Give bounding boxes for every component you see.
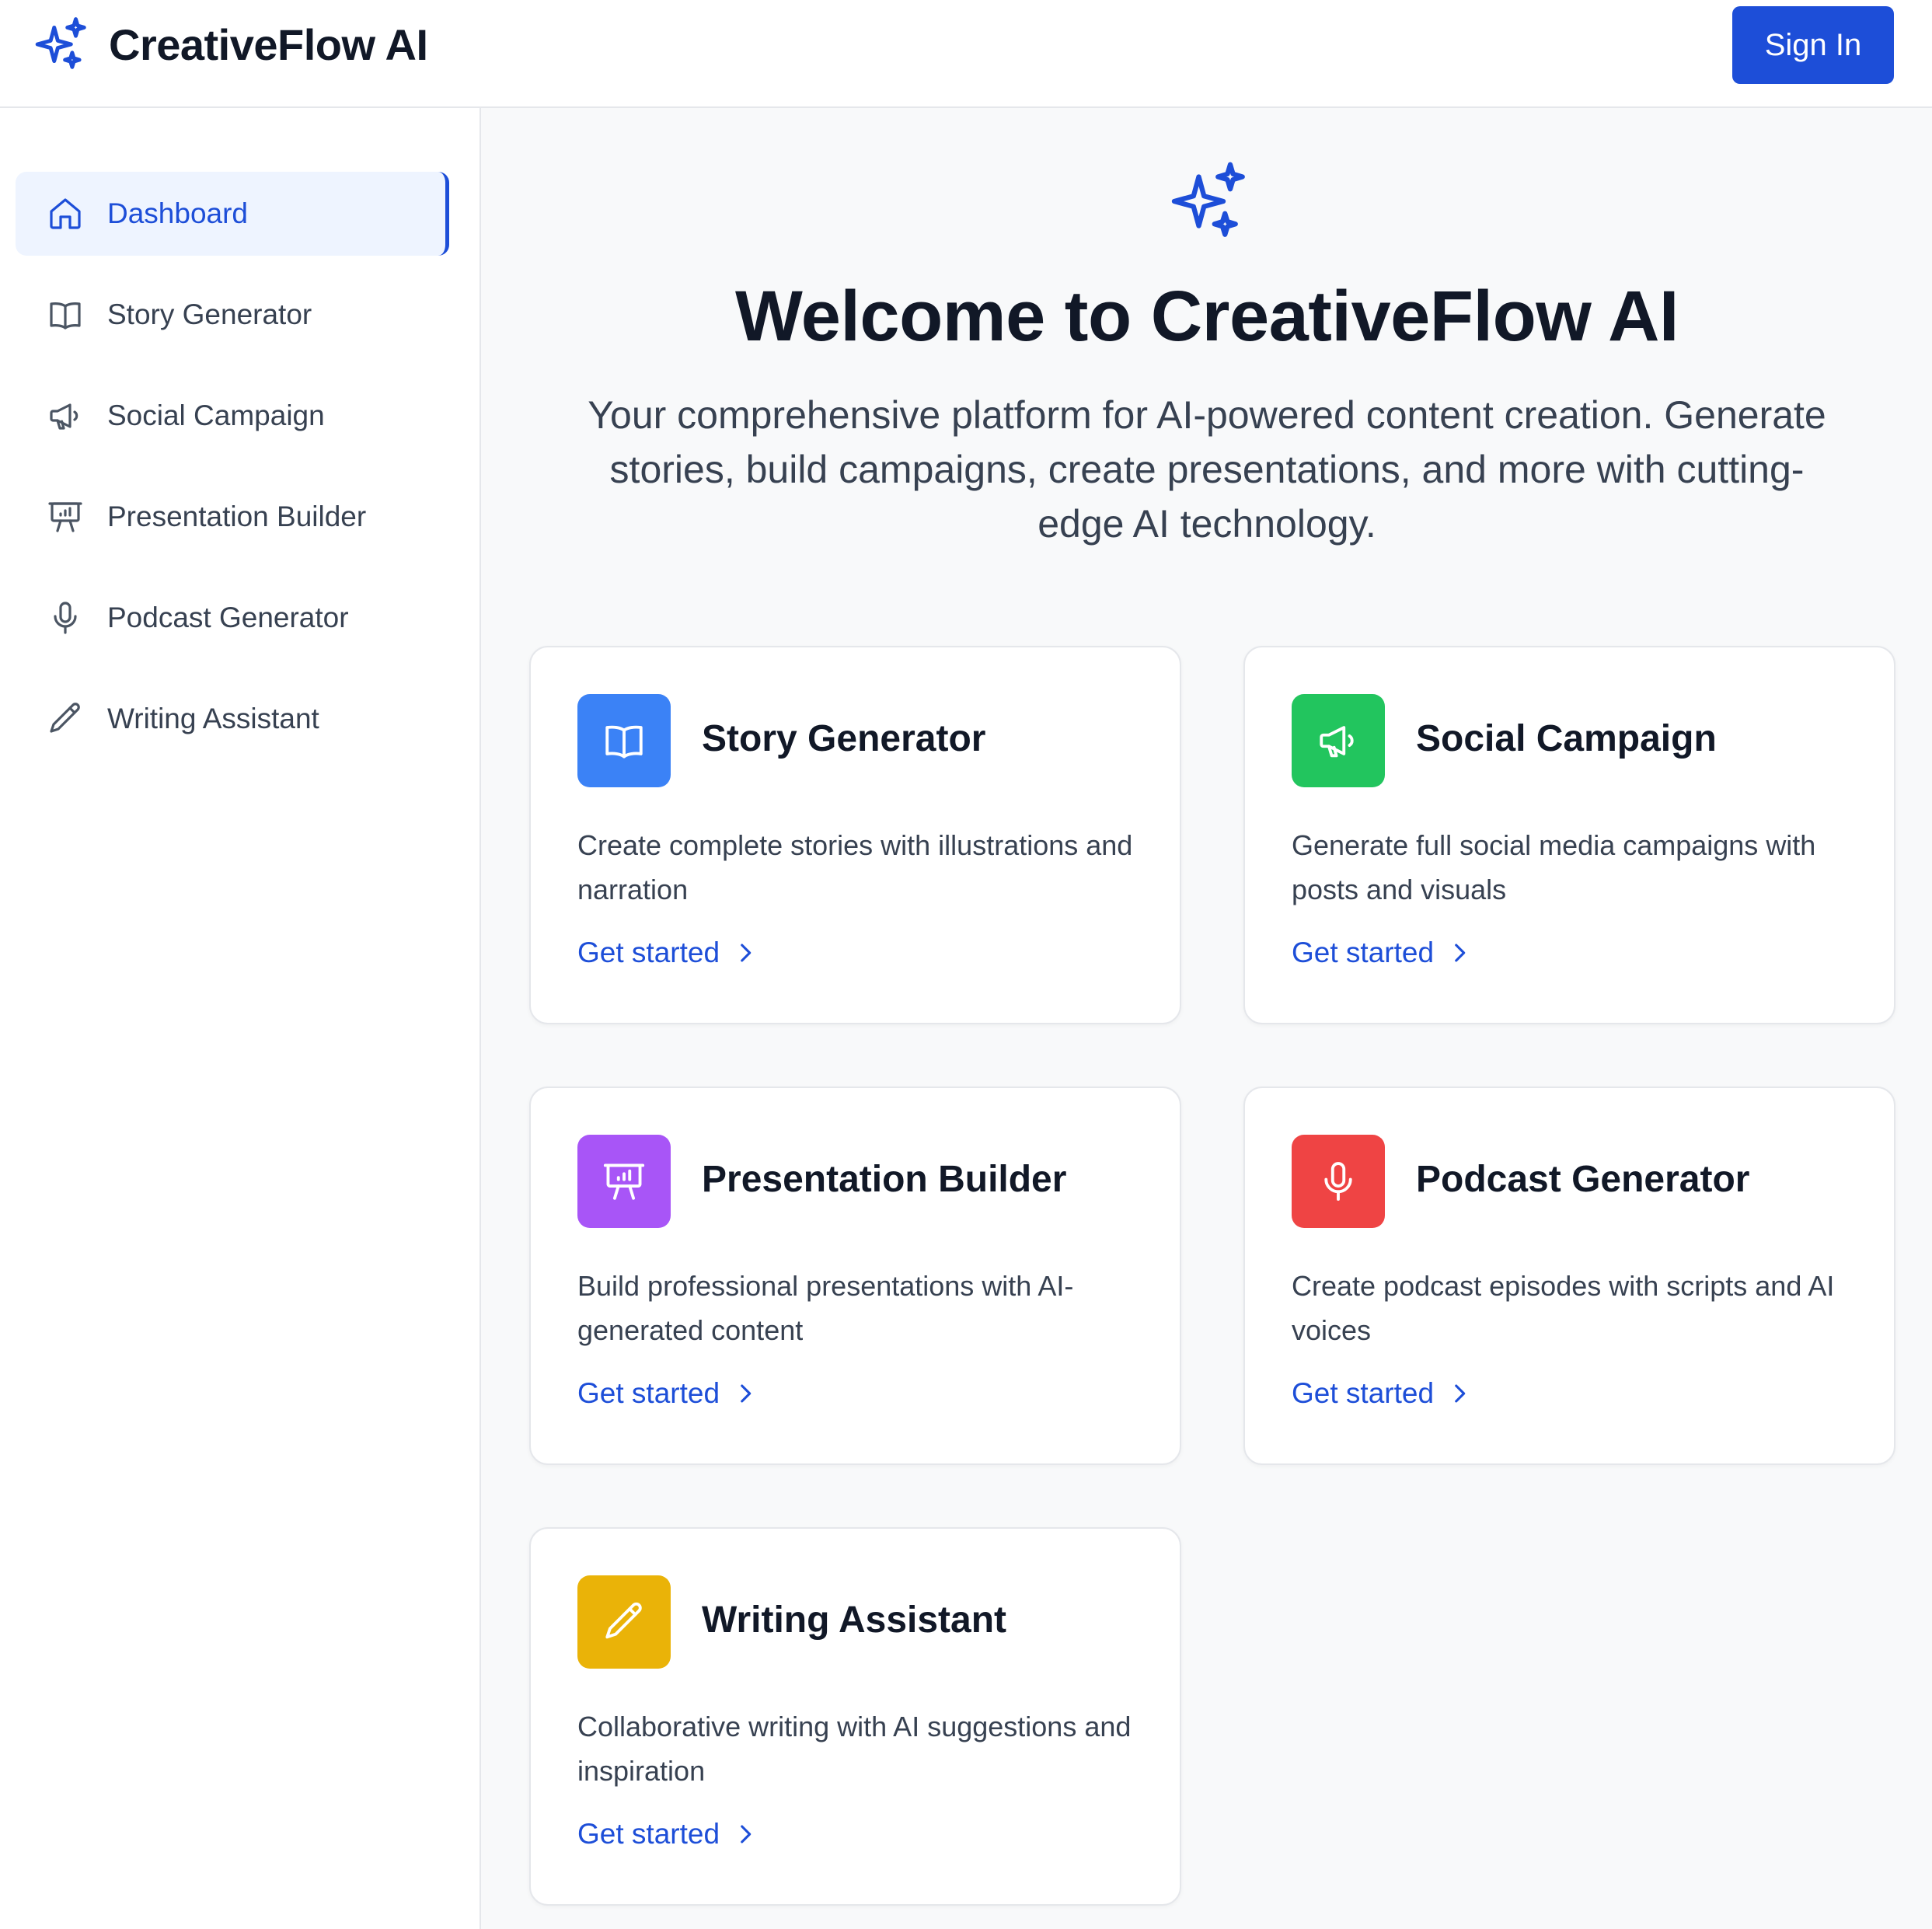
get-started-link[interactable]: Get started [1292, 1377, 1473, 1410]
sparkles-icon [35, 17, 86, 69]
brand-logo[interactable]: CreativeFlow AI [33, 16, 428, 73]
mic-icon [1324, 1162, 1352, 1201]
book-icon [50, 302, 81, 330]
card-icon-tile [577, 694, 671, 787]
sidebar-item-social-campaign[interactable]: Social Campaign [16, 374, 449, 458]
page-title: Welcome to CreativeFlow AI [735, 277, 1679, 356]
chevron-right-icon [741, 1825, 752, 1844]
feature-card-writing-assistant[interactable]: Writing Assistant Collaborative writing … [529, 1527, 1181, 1906]
sidebar-item-label: Story Generator [107, 298, 312, 330]
link-label: Get started [577, 937, 720, 968]
sidebar: Dashboard Story Generator Social Campaig… [0, 108, 481, 1929]
sidebar-item-label: Social Campaign [107, 399, 325, 431]
card-title: Social Campaign [1416, 718, 1717, 759]
mic-icon [54, 602, 77, 634]
sidebar-item-label: Podcast Generator [107, 602, 349, 633]
card-title: Writing Assistant [702, 1599, 1007, 1641]
card-icon-tile [577, 1575, 671, 1669]
get-started-link[interactable]: Get started [1292, 937, 1473, 969]
sidebar-item-writing-assistant[interactable]: Writing Assistant [16, 677, 449, 761]
link-label: Get started [1292, 937, 1435, 968]
chevron-right-icon [1455, 944, 1466, 962]
sidebar-item-story-generator[interactable]: Story Generator [16, 273, 449, 357]
home-icon [50, 198, 81, 229]
card-icon-tile [577, 1135, 671, 1228]
get-started-link[interactable]: Get started [577, 1377, 759, 1410]
chevron-right-icon [741, 944, 752, 962]
card-title: Story Generator [702, 718, 986, 759]
book-icon [605, 725, 643, 759]
link-label: Get started [577, 1377, 720, 1409]
sign-in-button[interactable]: Sign In [1732, 6, 1894, 84]
main-content: Welcome to CreativeFlow AI Your comprehe… [482, 108, 1932, 1929]
presentation-icon [48, 502, 82, 532]
get-started-link[interactable]: Get started [577, 1818, 759, 1851]
card-description: Collaborative writing with AI suggestion… [577, 1711, 1132, 1787]
card-description: Generate full social media campaigns wit… [1292, 829, 1816, 905]
sidebar-item-label: Presentation Builder [107, 501, 367, 532]
sidebar-item-label: Writing Assistant [107, 703, 319, 734]
card-icon-tile [1292, 1135, 1385, 1228]
sidebar-item-podcast-generator[interactable]: Podcast Generator [16, 576, 449, 660]
feature-card-presentation-builder[interactable]: Presentation Builder Build professional … [529, 1087, 1181, 1465]
card-description: Build professional presentations with AI… [577, 1270, 1074, 1346]
link-label: Get started [577, 1818, 720, 1850]
megaphone-icon [50, 403, 78, 430]
link-label: Get started [1292, 1377, 1435, 1409]
brand-name: CreativeFlow AI [109, 19, 428, 69]
sidebar-item-label: Dashboard [107, 197, 249, 229]
get-started-link[interactable]: Get started [577, 937, 759, 969]
chevron-right-icon [741, 1384, 752, 1403]
page-subtitle: Your comprehensive platform for AI-power… [588, 393, 1826, 546]
card-icon-tile [1292, 694, 1385, 787]
sidebar-item-presentation-builder[interactable]: Presentation Builder [16, 475, 449, 559]
sidebar-item-dashboard[interactable]: Dashboard [16, 172, 449, 256]
sparkles-icon [1171, 162, 1245, 237]
card-description: Create podcast episodes with scripts and… [1292, 1270, 1835, 1346]
pencil-icon [50, 703, 80, 733]
megaphone-icon [1320, 726, 1354, 758]
card-title: Presentation Builder [702, 1159, 1067, 1200]
card-title: Podcast Generator [1416, 1159, 1750, 1200]
card-description: Create complete stories with illustratio… [577, 829, 1133, 905]
pencil-icon [605, 1602, 642, 1639]
presentation-icon [603, 1163, 645, 1200]
feature-card-story-generator[interactable]: Story Generator Create complete stories … [529, 646, 1181, 1024]
feature-card-social-campaign[interactable]: Social Campaign Generate full social med… [1243, 646, 1895, 1024]
chevron-right-icon [1455, 1384, 1466, 1403]
feature-card-podcast-generator[interactable]: Podcast Generator Create podcast episode… [1243, 1087, 1895, 1465]
top-header: CreativeFlow AI Sign In [0, 0, 1932, 108]
